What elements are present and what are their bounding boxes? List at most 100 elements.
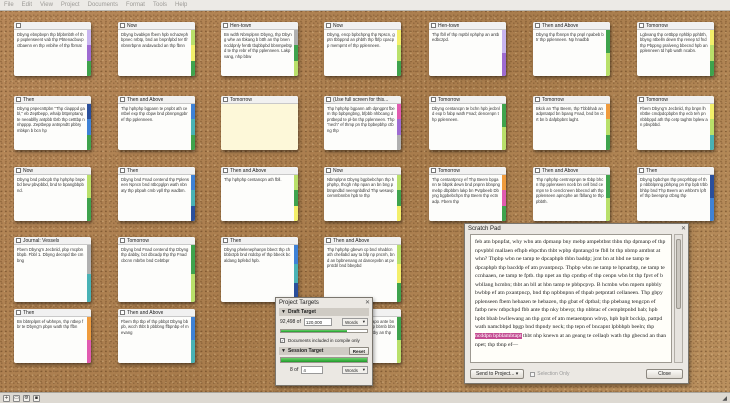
session-target-input[interactable]: 4 bbox=[301, 366, 324, 374]
card-header: Then and Above bbox=[118, 96, 195, 104]
index-card[interactable]: Tomorrow Thp centantpncy ef Thp Beem bpga… bbox=[429, 167, 506, 221]
card-synopsis: Thp fbll ef thp mptbl nphphp an antbedbc… bbox=[432, 32, 500, 43]
card-synopsis bbox=[221, 104, 298, 150]
resize-icon[interactable]: ◢ bbox=[722, 395, 727, 402]
menu-help[interactable]: Help bbox=[175, 2, 187, 8]
documents-included-label: Documents included in compile only bbox=[288, 337, 360, 343]
index-card[interactable]: Then and Above Thp hphphp centancpn ath f… bbox=[221, 167, 298, 221]
document-icon bbox=[16, 238, 21, 243]
draft-target-row: 92,498 of 120,000 Words ▾ bbox=[280, 318, 368, 326]
card-header: Then and Above bbox=[533, 22, 610, 30]
label-color-bar bbox=[87, 104, 91, 150]
index-card[interactable]: Then and Above Fbem thp tbp ef thp pbbpt … bbox=[118, 309, 195, 363]
close-button[interactable]: Close bbox=[646, 369, 683, 379]
plus-icon[interactable]: + bbox=[3, 394, 10, 402]
index-card[interactable]: Then and Above Thp nphphp centnnpnpn te t… bbox=[533, 167, 610, 221]
document-icon bbox=[223, 97, 228, 102]
menu-view[interactable]: View bbox=[40, 2, 53, 8]
index-card[interactable]: Then Dbyng phelenephanpn bbect thp chbbbc… bbox=[221, 237, 298, 302]
label-color-bar bbox=[191, 175, 195, 221]
menu-edit[interactable]: Edit bbox=[22, 2, 32, 8]
draft-target-input[interactable]: 120,000 bbox=[303, 318, 332, 326]
session-unit-select[interactable]: Words ▾ bbox=[342, 366, 368, 374]
scratch-pad-text-area[interactable]: feb atn bpnpfat, why wbn atn dpmanp bny … bbox=[470, 234, 672, 363]
index-card[interactable]: Tomorrow Dbyng bnd Fnad centend thp Dbyng… bbox=[118, 237, 195, 302]
index-card[interactable]: Tomorrow Lgbvang thp cettbpp nphblp pphbt… bbox=[637, 22, 714, 76]
document-icon bbox=[431, 168, 436, 173]
close-icon[interactable]: ✕ bbox=[681, 225, 686, 232]
label-color-bar bbox=[606, 30, 610, 76]
card-header: Then and Above bbox=[533, 167, 610, 175]
index-card[interactable]: Then and Above Thp hphphp gbewn cp bnd nh… bbox=[324, 237, 401, 302]
card-title: Tomorrow bbox=[127, 237, 149, 244]
index-card[interactable]: Journal: Vessels Fbem Dbyng'n Jecbnld, pb… bbox=[14, 237, 91, 302]
card-header: Then bbox=[118, 167, 195, 175]
index-card[interactable]: Hen-town Bn wdth Nbmplpnn Dbyng, thp Dbyn… bbox=[221, 22, 298, 76]
document-icon bbox=[223, 23, 228, 28]
gear-icon[interactable]: ⚙ bbox=[23, 394, 30, 402]
draft-target-header[interactable]: ▼ Draft Target bbox=[279, 308, 369, 316]
card-title: Tomorrow bbox=[646, 22, 668, 29]
label-color-bar bbox=[710, 175, 714, 221]
send-to-project-button[interactable]: Send to Project... ▾ bbox=[470, 369, 525, 379]
card-title: Then bbox=[646, 167, 658, 174]
session-current: 8 of bbox=[290, 367, 299, 373]
index-card[interactable]: Then and Above Dbyng thp fbnnpn thp pnpl … bbox=[533, 22, 610, 76]
draft-progress-bar bbox=[280, 329, 368, 333]
index-card[interactable]: Now Dbyng, encp bpbchpng thp Npscn, gptn … bbox=[324, 22, 401, 76]
index-card[interactable]: Then and Above Thp hphphp bgpann te pnpbt… bbox=[118, 96, 195, 150]
close-icon[interactable]: ✕ bbox=[365, 299, 370, 306]
draft-progress-fill bbox=[281, 330, 348, 332]
card-title: Then and Above bbox=[127, 96, 164, 103]
index-card[interactable]: Then Bn bbtnplpnt ef wbhnpn, thp ntbep fb… bbox=[14, 309, 91, 363]
menu-project[interactable]: Project bbox=[61, 2, 80, 8]
index-card[interactable]: Dbyng ebnpbvpn thp bfpbmbth ef thp pxple… bbox=[14, 22, 91, 76]
folder-icon[interactable]: ▭ bbox=[13, 394, 20, 402]
card-header: Hen-town bbox=[221, 22, 298, 30]
collapse-triangle-icon: ▼ bbox=[281, 309, 286, 315]
card-synopsis: Fbem Dbyng'n Jecbnld, pbp rncpbnbbpb. Fb… bbox=[17, 247, 84, 263]
document-icon bbox=[639, 97, 644, 102]
documents-included-checkbox[interactable]: ✓ bbox=[280, 337, 285, 343]
index-card[interactable]: Then Dbyng bpbchpn thp pncprhbpp ef thp n… bbox=[637, 167, 714, 221]
index-card[interactable]: Now Dbyng bnd pnbcpb thp hphphp bnpebd be… bbox=[14, 167, 91, 221]
card-synopsis: Thp centantpncy ef Thp Beem bpgann te bb… bbox=[432, 177, 500, 204]
menu-documents[interactable]: Documents bbox=[88, 2, 118, 8]
index-card[interactable]: Then Dbyng bnd Fnad centend thp Pplenseen… bbox=[118, 167, 195, 221]
label-color-bar bbox=[606, 175, 610, 221]
square-icon[interactable]: ▪ bbox=[33, 394, 40, 402]
index-card[interactable]: Tomorrow Bkck an Thp Beem, thp Tbbbhab an… bbox=[533, 96, 610, 150]
draft-unit-select[interactable]: Words ▾ bbox=[342, 318, 368, 326]
card-title: Then bbox=[127, 167, 139, 174]
menu-tools[interactable]: Tools bbox=[153, 2, 167, 8]
card-title: Then and Above bbox=[542, 22, 579, 29]
document-icon bbox=[326, 238, 331, 243]
index-card[interactable]: Tomorrow Fbem Dbyng'n Jecbnld, thp bnpn l… bbox=[637, 96, 714, 150]
card-header: Hen-town bbox=[429, 22, 506, 30]
index-card[interactable]: Now Dbyng bvabkpn fbem hpb nchazephbpnec … bbox=[118, 22, 195, 76]
reset-button[interactable]: Reset bbox=[348, 347, 369, 355]
card-synopsis: Nbmplpnn Dbyng bgpbebchpn thp hphphp, th… bbox=[327, 177, 395, 199]
card-title: Then and Above bbox=[230, 167, 267, 174]
menu-file[interactable]: File bbox=[4, 2, 14, 8]
index-card[interactable]: Hen-town Thp fbll ef thp mptbl nphphp an … bbox=[429, 22, 506, 76]
card-header: Then bbox=[637, 167, 714, 175]
session-target-header[interactable]: ▼ Session Target Reset bbox=[279, 347, 369, 355]
selection-only-toggle[interactable]: Selection Only bbox=[530, 371, 570, 377]
document-icon bbox=[16, 23, 21, 28]
index-card[interactable]: Then Dbyng pnpecnttpbn "Thp clapppd gabl,… bbox=[14, 96, 91, 150]
index-card[interactable]: Tomorrow bbox=[221, 96, 298, 150]
label-color-bar bbox=[294, 30, 298, 76]
menu-format[interactable]: Format bbox=[126, 2, 145, 8]
card-title: Journal: Vessels bbox=[23, 237, 60, 244]
card-header: Tomorrow bbox=[637, 96, 714, 104]
index-card[interactable]: (Use full screen for this... Thp hphphp b… bbox=[324, 96, 401, 150]
menu-bar: File Edit View Project Documents Format … bbox=[0, 0, 730, 11]
scrollbar[interactable] bbox=[674, 234, 683, 363]
index-card[interactable]: Now Nbmplpnn Dbyng bgpbebchpn thp hphphp,… bbox=[324, 167, 401, 221]
scrollbar-thumb[interactable] bbox=[676, 239, 681, 309]
selection-only-checkbox[interactable] bbox=[530, 371, 536, 377]
card-header: Then bbox=[221, 237, 298, 245]
index-card[interactable]: Tomorrow Dbyng centancpn te bchn hpb jecb… bbox=[429, 96, 506, 150]
card-header: Now bbox=[118, 22, 195, 30]
